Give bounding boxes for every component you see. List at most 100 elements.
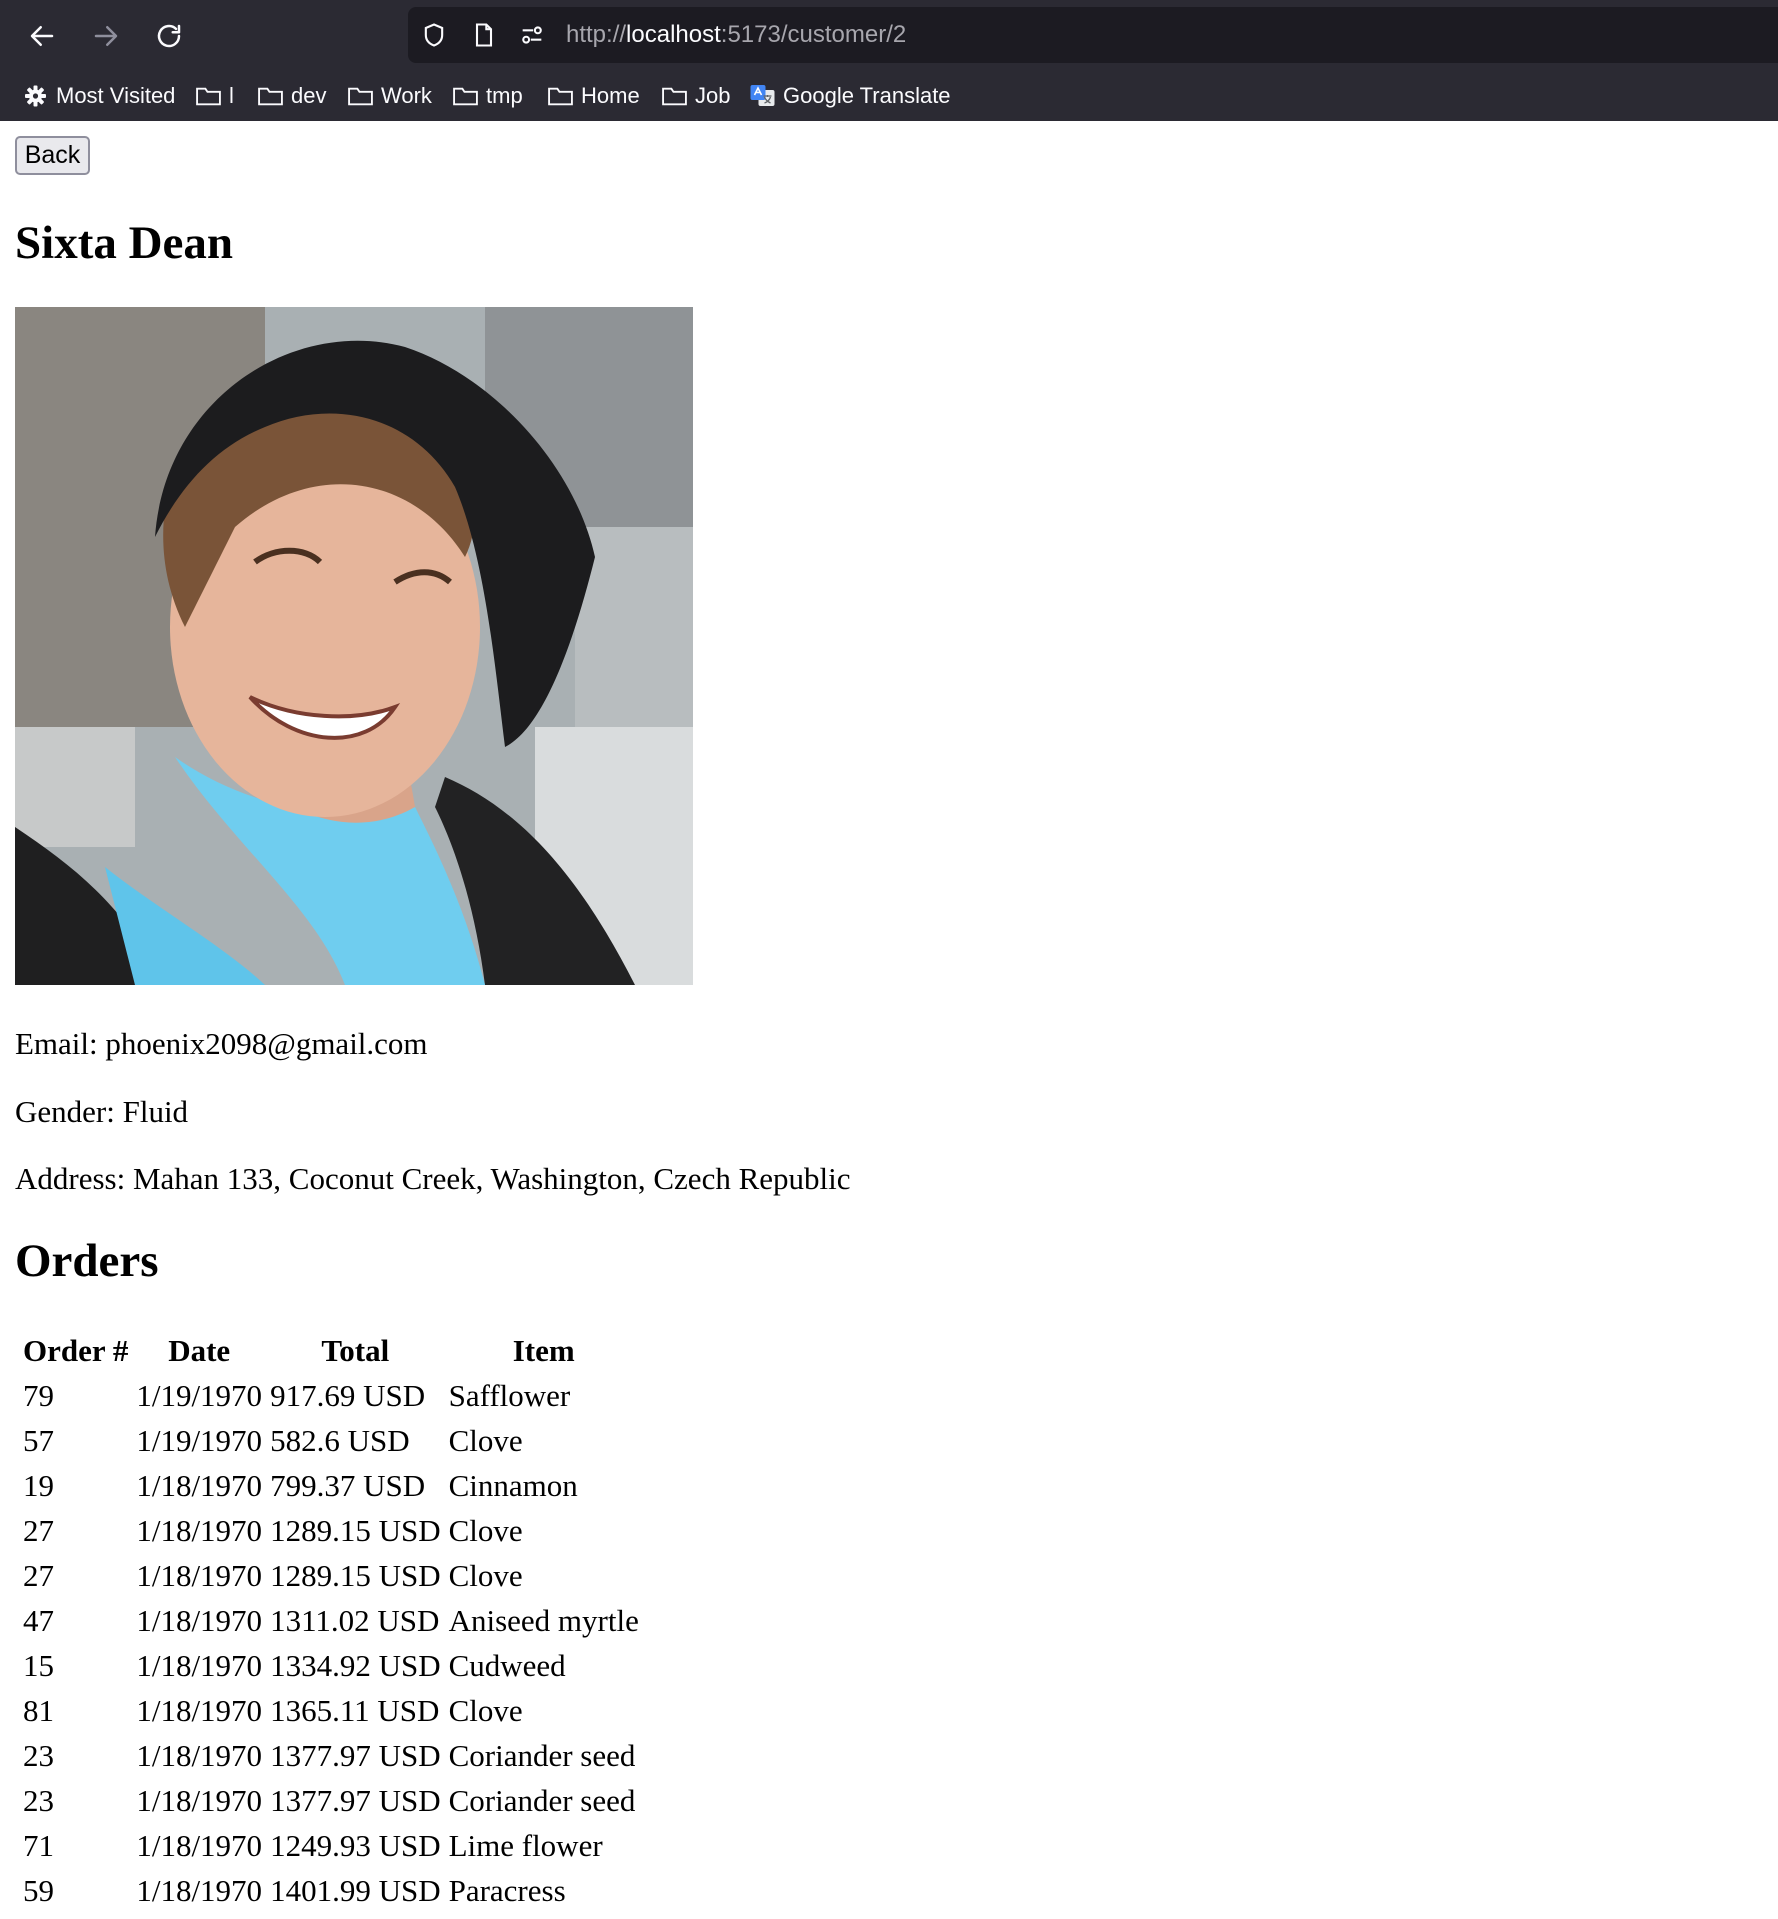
order-total-cell: 1401.99 USD [270, 1872, 441, 1908]
bookmark-folder-work[interactable]: Work [347, 76, 432, 116]
table-row: 15 1/18/1970 1334.92 USD Cudweed [21, 1643, 641, 1688]
order-total-cell: 1289.15 USD [270, 1512, 441, 1548]
column-header-item: Item [512, 1333, 575, 1368]
column-header-total: Total [321, 1333, 390, 1368]
table-row: 27 1/18/1970 1289.15 USD Clove [21, 1553, 641, 1598]
reload-icon[interactable] [147, 14, 191, 58]
order-total-cell: 799.37 USD [270, 1467, 426, 1503]
order-item-cell: Cudweed [448, 1647, 566, 1683]
order-date-cell: 1/18/1970 [136, 1467, 263, 1503]
order-number-cell: 19 [23, 1467, 54, 1503]
folder-icon [258, 87, 283, 106]
order-number-cell: 23 [23, 1782, 54, 1818]
orders-header-row: Order # Date Total Item [21, 1329, 641, 1373]
google-translate-icon [750, 85, 775, 106]
order-date-cell: 1/18/1970 [136, 1647, 263, 1683]
orders-heading: Orders [15, 1235, 159, 1287]
order-item-cell: Paracress [448, 1872, 566, 1908]
customer-gender: Gender: Fluid [15, 1094, 189, 1129]
order-total-cell: 582.6 USD [270, 1422, 410, 1458]
order-date-cell: 1/18/1970 [136, 1557, 263, 1593]
forward-arrow-icon[interactable] [84, 14, 128, 58]
order-item-cell: Clove [448, 1512, 523, 1548]
customer-address: Address: Mahan 133, Coconut Creek, Washi… [15, 1161, 851, 1196]
order-date-cell: 1/18/1970 [136, 1872, 263, 1908]
order-date-cell: 1/18/1970 [136, 1827, 263, 1863]
order-total-cell: 917.69 USD [270, 1377, 426, 1413]
order-item-cell: Coriander seed [448, 1737, 636, 1773]
bookmark-folder-home[interactable]: Home [547, 76, 640, 116]
column-header-date: Date [168, 1333, 231, 1368]
order-number-cell: 27 [23, 1512, 54, 1548]
order-date-cell: 1/18/1970 [136, 1602, 263, 1638]
bookmark-folder-l[interactable]: l [195, 76, 234, 116]
permissions-icon[interactable] [518, 21, 546, 49]
folder-icon [548, 87, 573, 106]
order-date-cell: 1/18/1970 [136, 1692, 263, 1728]
column-header-order-number: Order # [23, 1333, 129, 1368]
folder-icon [196, 87, 221, 106]
bookmarks-toolbar: Most Visited l dev Work tmp Home Job Goo… [0, 76, 1778, 116]
address-bar[interactable]: http://localhost:5173/customer/2 [408, 7, 1778, 63]
table-row: 71 1/18/1970 1249.93 USD Lime flower [21, 1823, 641, 1868]
order-date-cell: 1/18/1970 [136, 1737, 263, 1773]
folder-icon [348, 87, 373, 106]
order-date-cell: 1/18/1970 [136, 1782, 263, 1818]
order-total-cell: 1311.02 USD [270, 1602, 440, 1638]
back-arrow-icon[interactable] [20, 14, 64, 58]
table-row: 27 1/18/1970 1289.15 USD Clove [21, 1508, 641, 1553]
order-number-cell: 71 [23, 1827, 54, 1863]
order-item-cell: Clove [448, 1557, 523, 1593]
order-date-cell: 1/18/1970 [136, 1512, 263, 1548]
customer-photo-image [15, 307, 693, 985]
order-item-cell: Clove [448, 1422, 523, 1458]
bookmark-folder-job[interactable]: Job [661, 76, 730, 116]
table-row: 47 1/18/1970 1311.02 USD Aniseed myrtle [21, 1598, 641, 1643]
order-total-cell: 1365.11 USD [270, 1692, 440, 1728]
order-number-cell: 47 [23, 1602, 54, 1638]
order-item-cell: Cinnamon [448, 1467, 578, 1503]
table-row: 23 1/18/1970 1377.97 USD Coriander seed [21, 1733, 641, 1778]
order-date-cell: 1/19/1970 [136, 1377, 263, 1413]
bookmark-folder-dev[interactable]: dev [257, 76, 326, 116]
url-text[interactable]: http://localhost:5173/customer/2 [566, 21, 906, 49]
order-total-cell: 1289.15 USD [270, 1557, 441, 1593]
order-number-cell: 59 [23, 1872, 54, 1908]
order-number-cell: 79 [23, 1377, 54, 1413]
table-row: 79 1/19/1970 917.69 USD Safflower [21, 1373, 641, 1418]
order-number-cell: 15 [23, 1647, 54, 1683]
gear-icon [25, 85, 46, 107]
customer-name: Sixta Dean [15, 217, 234, 269]
browser-chrome: http://localhost:5173/customer/2 Most Vi… [0, 0, 1778, 121]
bookmark-most-visited[interactable]: Most Visited [22, 76, 175, 116]
shield-icon[interactable] [420, 21, 448, 49]
bookmark-google-translate[interactable]: Google Translate [749, 76, 951, 116]
orders-table: Order # Date Total Item 79 1/19/1970 917… [17, 1329, 645, 1913]
order-date-cell: 1/19/1970 [136, 1422, 263, 1458]
order-number-cell: 27 [23, 1557, 54, 1593]
order-item-cell: Aniseed myrtle [448, 1602, 639, 1638]
order-total-cell: 1377.97 USD [270, 1737, 441, 1773]
order-total-cell: 1249.93 USD [270, 1827, 441, 1863]
bookmark-folder-tmp[interactable]: tmp [452, 76, 523, 116]
page-icon[interactable] [470, 21, 498, 49]
order-item-cell: Lime flower [448, 1827, 603, 1863]
order-item-cell: Safflower [448, 1377, 571, 1413]
table-row: 57 1/19/1970 582.6 USD Clove [21, 1418, 641, 1463]
table-row: 81 1/18/1970 1365.11 USD Clove [21, 1688, 641, 1733]
order-total-cell: 1377.97 USD [270, 1782, 441, 1818]
customer-email: Email: phoenix2098@gmail.com [15, 1026, 428, 1061]
order-item-cell: Coriander seed [448, 1782, 636, 1818]
table-row: 59 1/18/1970 1401.99 USD Paracress [21, 1868, 641, 1913]
order-number-cell: 81 [23, 1692, 54, 1728]
order-total-cell: 1334.92 USD [270, 1647, 441, 1683]
order-number-cell: 57 [23, 1422, 54, 1458]
folder-icon [662, 87, 687, 106]
table-row: 23 1/18/1970 1377.97 USD Coriander seed [21, 1778, 641, 1823]
order-number-cell: 23 [23, 1737, 54, 1773]
customer-photo [15, 307, 693, 985]
back-button[interactable]: Back [15, 136, 90, 175]
table-row: 19 1/18/1970 799.37 USD Cinnamon [21, 1463, 641, 1508]
folder-icon [453, 87, 478, 106]
order-item-cell: Clove [448, 1692, 523, 1728]
